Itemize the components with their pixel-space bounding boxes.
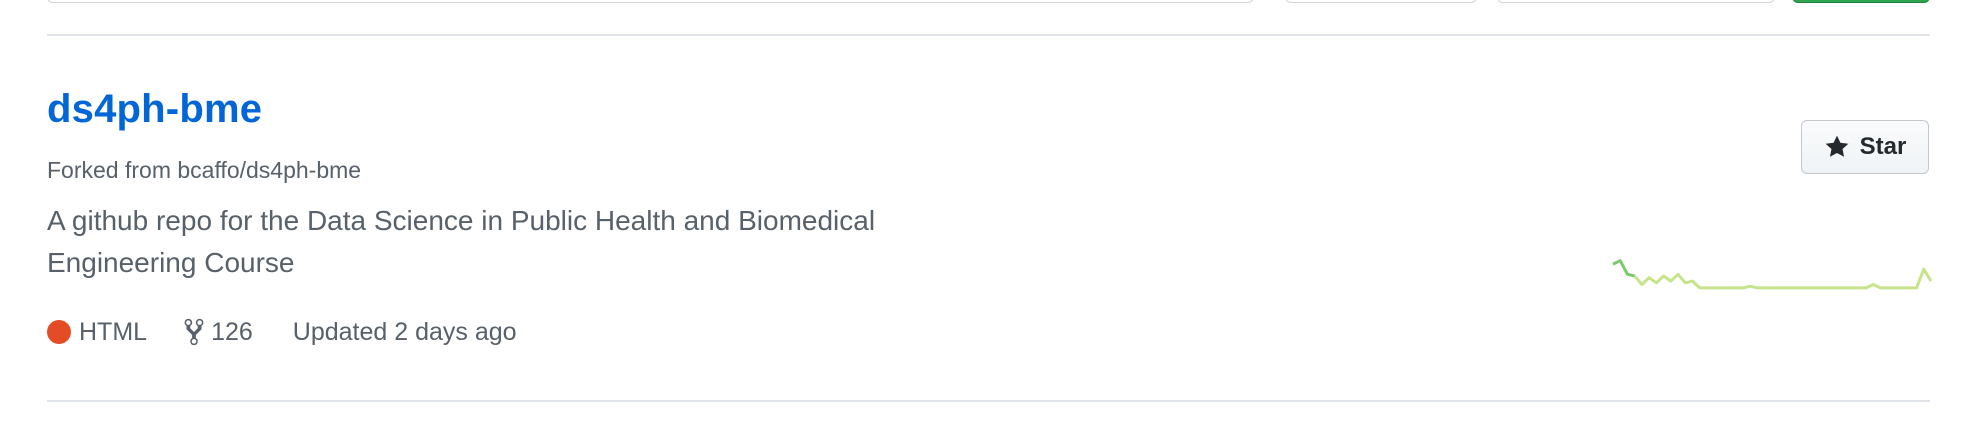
sparkline-recent-segment (1633, 267, 1932, 290)
language-color-dot (47, 320, 71, 344)
language-filter-dropdown[interactable] (1497, 0, 1775, 3)
repo-meta: HTML 126 Updated 2 days ago (47, 314, 517, 350)
forked-from-label: Forked from (47, 157, 178, 183)
language-name: HTML (79, 317, 148, 346)
forks-link[interactable]: 126 (183, 317, 253, 347)
forked-from-link[interactable]: bcaffo/ds4ph-bme (177, 157, 361, 183)
updated-timestamp: Updated 2 days ago (292, 317, 517, 346)
type-filter-dropdown[interactable] (1285, 0, 1477, 3)
new-repo-button[interactable] (1792, 0, 1930, 3)
repo-description: A github repo for the Data Science in Pu… (47, 205, 876, 278)
forks-count: 126 (211, 317, 253, 346)
star-icon (1825, 135, 1849, 157)
activity-sparkline (1612, 259, 1932, 290)
fork-icon (184, 318, 204, 346)
search-input[interactable] (47, 0, 1254, 3)
star-button[interactable]: Star (1801, 120, 1929, 174)
star-button-label: Star (1859, 133, 1907, 160)
repo-name-link[interactable]: ds4ph-bme (47, 87, 262, 132)
forked-from: Forked from bcaffo/ds4ph-bme (47, 157, 361, 184)
divider-top (47, 34, 1930, 36)
divider-bottom (47, 400, 1930, 402)
sparkline-early-segment (1612, 259, 1636, 278)
